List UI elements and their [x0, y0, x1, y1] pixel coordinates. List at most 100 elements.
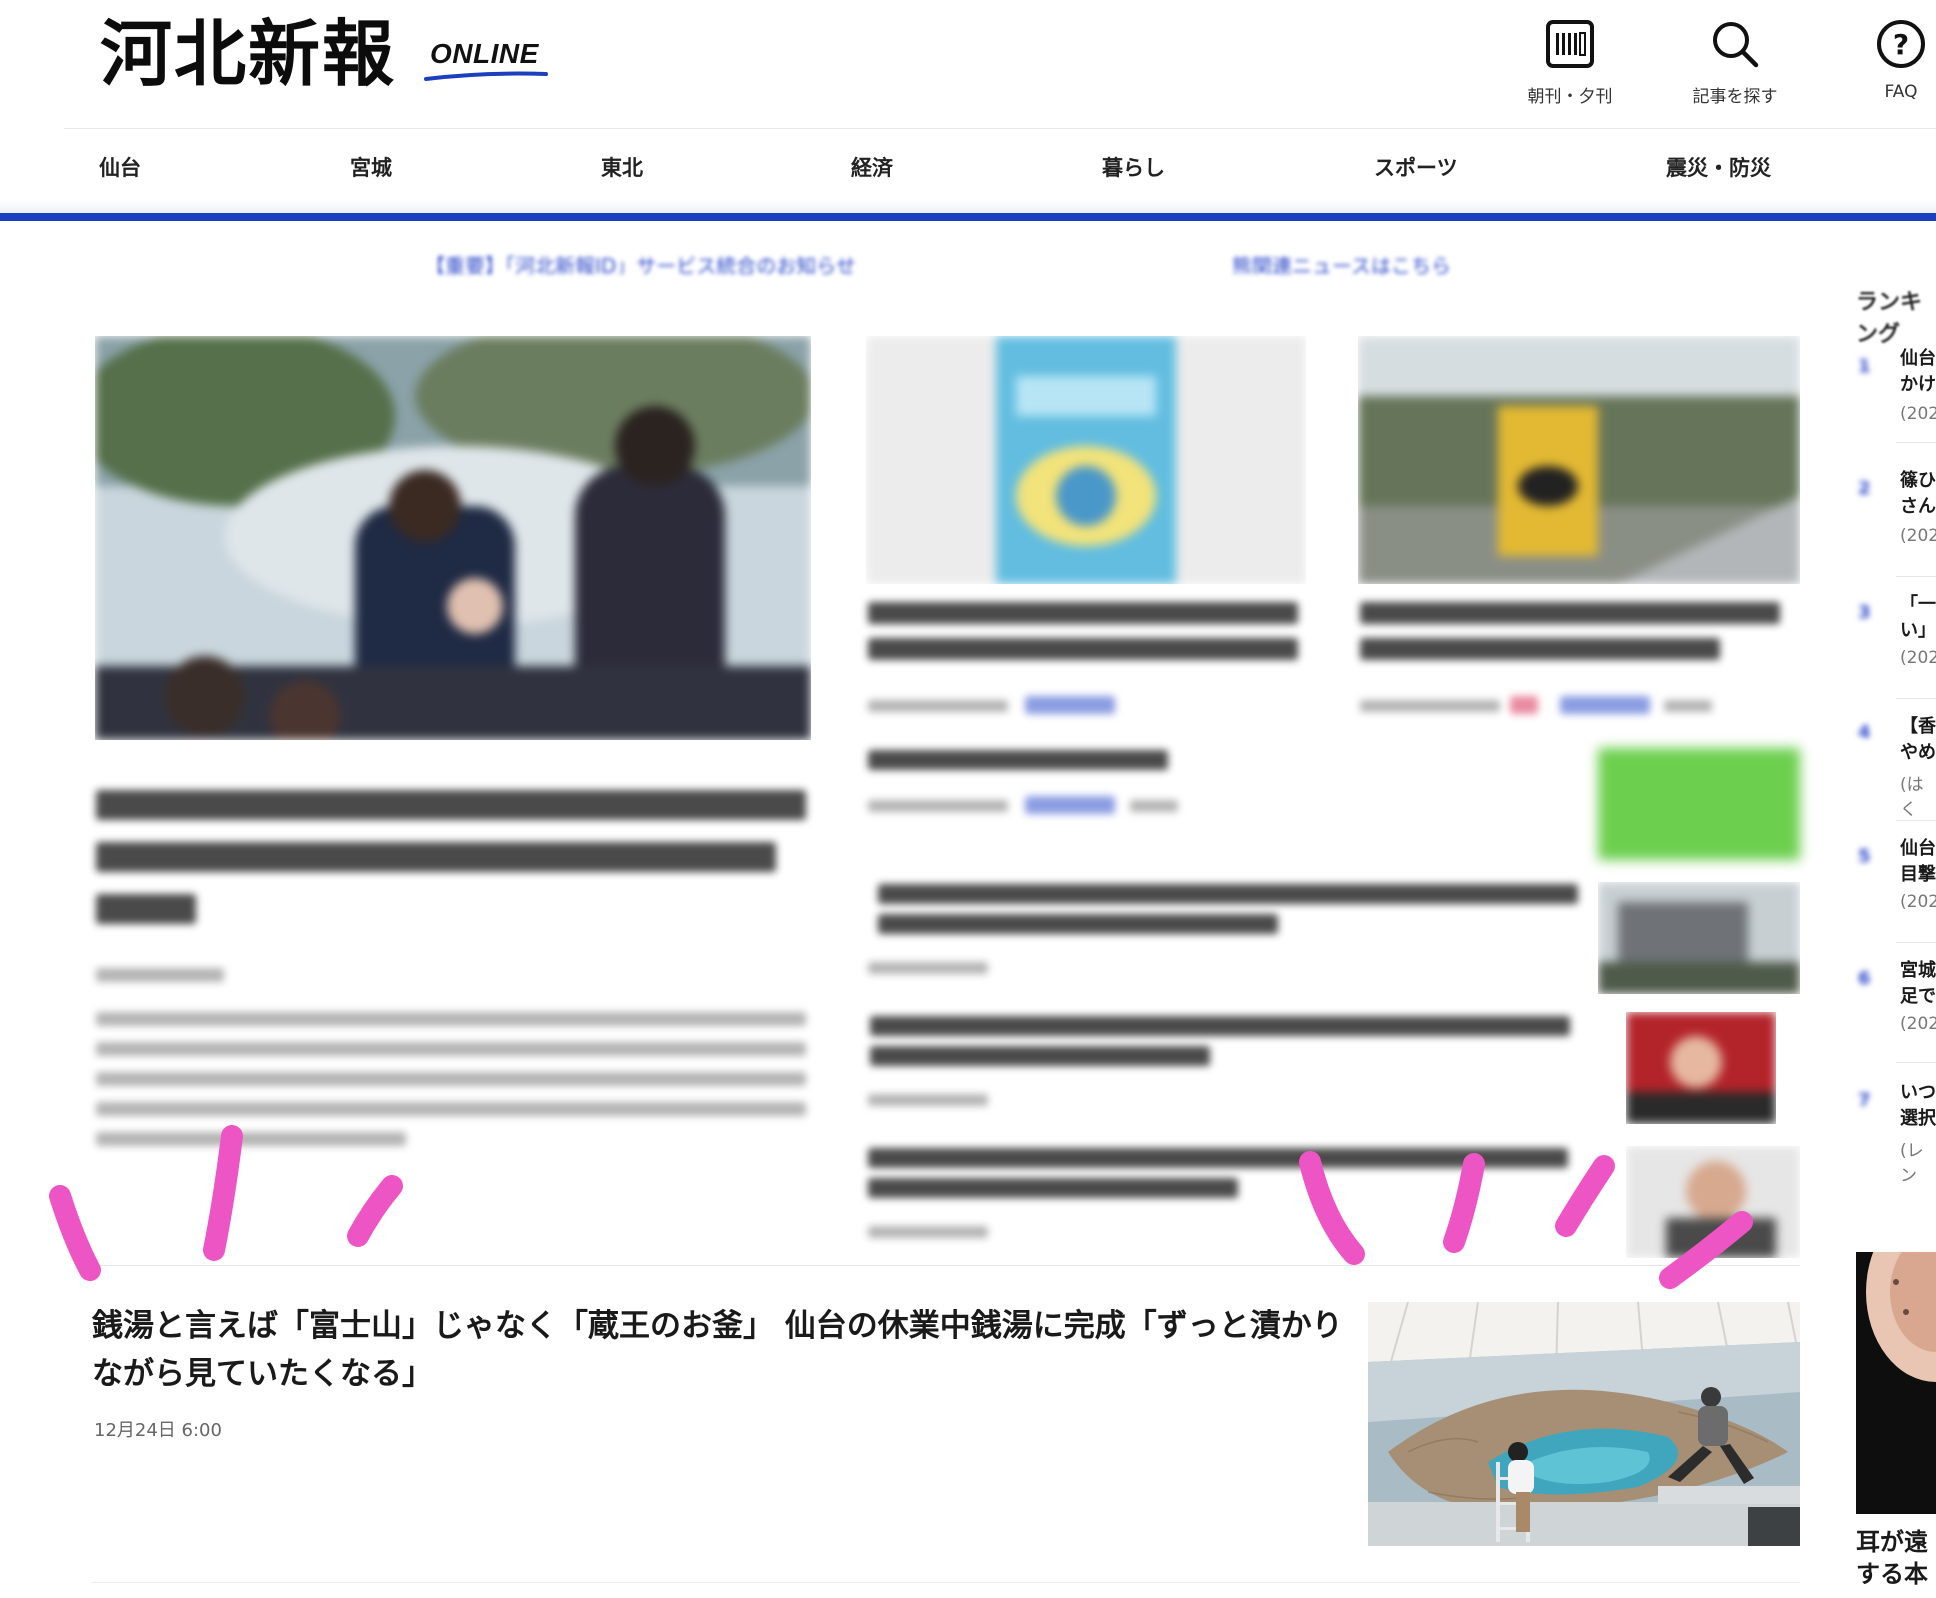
rank-item-meta: (202 — [1900, 526, 1936, 546]
nav-miyagi[interactable]: 宮城 — [350, 152, 392, 182]
lead-story-title-line — [96, 842, 776, 872]
card-bear-date — [1360, 700, 1500, 712]
lead-story-summary-line — [96, 1102, 806, 1116]
lead-story-summary-line — [96, 1012, 806, 1026]
rank-number: 7 — [1858, 1090, 1871, 1111]
featured-article-title[interactable]: 銭湯と言えば「富士山」じゃなく「蔵王のお釜」 仙台の休業中銭湯に完成「ずっと漬か… — [92, 1302, 1352, 1398]
lead-story-summary-line — [96, 1132, 406, 1146]
rank-number: 5 — [1858, 846, 1871, 867]
card-bear-sign-photo[interactable] — [1358, 336, 1800, 584]
rank-divider — [1896, 942, 1936, 943]
lead-story-photo[interactable] — [95, 336, 811, 740]
sidebar-ad-title[interactable]: 耳が遠 する本 — [1856, 1526, 1928, 1590]
rank-item-title[interactable]: 篠ひ さん — [1900, 468, 1936, 520]
annotation-stroke — [1555, 1155, 1615, 1237]
featured-article-photo[interactable] — [1368, 1302, 1800, 1546]
list-item-date — [868, 800, 1008, 812]
list-item-thumb[interactable] — [1626, 1012, 1776, 1124]
search-icon — [1713, 22, 1759, 68]
faq-label: FAQ — [1884, 82, 1918, 102]
rank-item-title[interactable]: 仙台 目撃 — [1900, 836, 1936, 888]
rank-item-meta: (202 — [1900, 1014, 1936, 1034]
rank-number: 3 — [1858, 602, 1871, 623]
newspaper-label: 朝刊・夕刊 — [1527, 87, 1613, 107]
annotation-stroke — [347, 1175, 403, 1247]
list-item-date — [868, 962, 988, 974]
nav-accent-bar — [0, 213, 1936, 221]
card-bear-title — [1360, 638, 1720, 660]
rank-number: 6 — [1858, 968, 1871, 989]
newspaper-icon — [1546, 20, 1594, 68]
annotation-stroke — [49, 1185, 101, 1281]
newspaper-button[interactable]: 朝刊・夕刊 — [1505, 14, 1635, 107]
ranking-heading: ランキング — [1856, 290, 1923, 347]
list-item-title[interactable] — [868, 750, 1168, 770]
nav-sendai[interactable]: 仙台 — [99, 152, 141, 182]
lead-story-summary-line — [96, 1072, 806, 1086]
rank-divider — [1896, 698, 1936, 699]
list-item-thumb[interactable] — [1626, 1146, 1800, 1258]
rank-item-title[interactable]: 「一 い」 — [1900, 592, 1936, 644]
card-stamp-rally-title — [868, 638, 1298, 660]
lead-story-title-line — [96, 894, 196, 924]
rank-item-meta: (202 — [1900, 404, 1936, 424]
list-item-title — [870, 1046, 1210, 1066]
rank-divider — [1896, 576, 1936, 577]
rank-item-meta: (レン — [1900, 1141, 1924, 1186]
card-bear-tag[interactable] — [1560, 696, 1650, 714]
faq-button[interactable]: ? FAQ — [1836, 14, 1936, 102]
rank-item-title[interactable]: 仙台 かけ — [1900, 346, 1936, 398]
sidebar-ad-photo[interactable] — [1856, 1252, 1936, 1514]
notice-id-link[interactable]: 【重要】「河北新報ID」サービス統合のお知らせ — [425, 250, 856, 274]
rank-divider — [1896, 1062, 1936, 1063]
logo-online-label: ONLINE — [430, 38, 539, 69]
list-item-title — [868, 1178, 1238, 1198]
card-bear-title[interactable] — [1360, 602, 1780, 624]
list-item-meta — [1130, 800, 1178, 812]
annotation-stroke — [1299, 1151, 1365, 1265]
list-item-thumb[interactable] — [1598, 882, 1800, 994]
rank-number: 4 — [1858, 722, 1871, 743]
rank-divider — [1896, 820, 1936, 821]
rank-item-title[interactable]: 宮城 足で — [1900, 958, 1936, 1010]
list-item-date — [868, 1094, 988, 1106]
bottom-divider — [92, 1582, 1800, 1583]
list-item-date — [868, 1226, 988, 1238]
list-item-tag[interactable] — [1025, 796, 1115, 814]
nav-life[interactable]: 暮らし — [1102, 152, 1165, 182]
rank-divider — [1896, 442, 1936, 443]
search-label: 記事を探す — [1692, 87, 1778, 107]
card-stamp-rally-title[interactable] — [868, 602, 1298, 624]
nav-economy[interactable]: 経済 — [851, 152, 893, 182]
list-item-title[interactable] — [868, 1148, 1568, 1168]
nav-shadow — [0, 200, 1936, 213]
list-item-title[interactable] — [878, 884, 1578, 904]
list-item-title[interactable] — [870, 1016, 1570, 1036]
featured-divider — [92, 1265, 1800, 1266]
card-stamp-rally-photo[interactable] — [866, 336, 1306, 584]
lead-story-date — [96, 968, 224, 982]
rank-item-title[interactable]: 【香 やめ — [1900, 714, 1936, 766]
nav-tohoku[interactable]: 東北 — [601, 152, 643, 182]
list-item-title — [878, 914, 1278, 934]
card-bear-badge — [1510, 696, 1538, 714]
rank-item-title[interactable]: いつ 選択 — [1900, 1080, 1936, 1132]
nav-sports[interactable]: スポーツ — [1374, 152, 1458, 182]
lead-story-title-line[interactable] — [96, 790, 806, 820]
annotation-stroke — [203, 1125, 243, 1261]
card-stamp-rally-date — [868, 700, 1008, 712]
site-logo[interactable]: 河北新報 — [100, 18, 396, 90]
annotation-stroke — [1443, 1153, 1485, 1253]
search-button[interactable]: 記事を探す — [1670, 14, 1800, 107]
list-item-banner[interactable] — [1598, 748, 1800, 860]
notice-bear-link[interactable]: 熊関連ニュースはこちら — [1232, 250, 1451, 274]
rank-item-meta: (202 — [1900, 892, 1936, 912]
card-stamp-rally-tag[interactable] — [1025, 696, 1115, 714]
logo-swoosh — [424, 71, 548, 81]
nav-disaster[interactable]: 震災・防災 — [1666, 152, 1771, 182]
rank-item-meta: (202 — [1900, 648, 1936, 668]
lead-story-summary-line — [96, 1042, 806, 1056]
rank-number: 2 — [1858, 478, 1871, 499]
help-icon: ? — [1877, 20, 1925, 68]
rank-item-meta: (はく — [1900, 775, 1924, 820]
